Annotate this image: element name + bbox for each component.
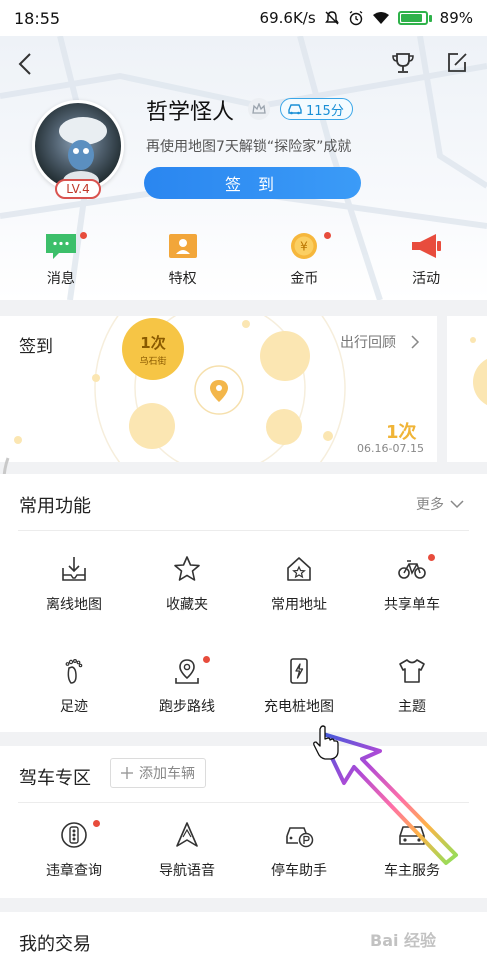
mute-bell-icon: [324, 11, 339, 25]
crown-icon[interactable]: [248, 98, 270, 120]
more-link[interactable]: 更多: [416, 494, 464, 514]
function-common-address[interactable]: 常用地址: [243, 554, 355, 614]
violation-icon: [61, 822, 87, 848]
checkin-total: 1次: [386, 422, 417, 443]
plus-icon: [121, 767, 133, 779]
add-vehicle-label: 添加车辆: [139, 766, 195, 782]
function-label: 收藏夹: [166, 597, 208, 613]
checkin-card[interactable]: 签到 1次 乌石街 出行回顾 1次 06.16-07.15: [0, 316, 437, 462]
parking-icon: [286, 827, 314, 848]
wifi-icon: [372, 12, 389, 24]
chevron-right-icon: [411, 335, 420, 349]
network-speed: 69.6K/s: [259, 9, 316, 27]
back-icon[interactable]: [14, 50, 38, 78]
quick-label: 消息: [46, 271, 75, 287]
unread-dot: [323, 232, 331, 239]
chevron-down-icon: [450, 500, 464, 509]
car-icon: [288, 104, 302, 115]
footprint-icon: [65, 658, 83, 684]
new-dot: [93, 820, 100, 827]
home-star-icon: [287, 557, 311, 581]
quick-item-coins[interactable]: ¥ 金币: [244, 230, 366, 300]
section-title: 驾车专区: [19, 768, 91, 789]
star-icon: [174, 556, 200, 581]
common-functions-section: 常用功能 更多 离线地图 收藏夹 常用地址 共享单车 足迹 跑步路线 充电桩地图…: [0, 474, 487, 732]
quick-label: 活动: [412, 271, 441, 287]
hand-cursor-icon: [313, 725, 339, 760]
battery-percent: 89%: [439, 9, 473, 27]
edit-icon[interactable]: [444, 50, 470, 76]
username: 哲学怪人: [146, 100, 235, 125]
function-label: 主题: [398, 699, 426, 715]
checkin-title: 签到: [19, 337, 53, 357]
add-vehicle-button[interactable]: 添加车辆: [110, 758, 206, 788]
quick-actions: 消息 特权 ¥ 金币 活动: [0, 230, 487, 300]
new-dot: [203, 656, 210, 663]
driving-label: 停车助手: [271, 863, 327, 879]
score-value: 115分: [306, 103, 344, 119]
svg-text:¥: ¥: [301, 240, 309, 254]
quick-label: 金币: [290, 271, 319, 287]
megaphone-icon: [412, 234, 442, 258]
battery-icon: [397, 11, 432, 25]
function-label: 充电桩地图: [264, 699, 334, 715]
status-right: 69.6K/s 89%: [260, 9, 473, 27]
function-theme[interactable]: 主题: [356, 656, 468, 716]
checkin-day-bubble: 1次 乌石街: [122, 318, 184, 380]
level-badge: LV.4: [55, 179, 101, 199]
new-dot: [428, 554, 435, 561]
function-label: 足迹: [60, 699, 88, 715]
function-running-route[interactable]: 跑步路线: [131, 656, 243, 716]
unread-dot: [80, 232, 87, 239]
checkin-date-range: 06.16-07.15: [357, 442, 424, 455]
signin-button[interactable]: 签 到: [144, 167, 361, 199]
trip-review-link[interactable]: 出行回顾: [340, 332, 396, 352]
function-charging-map[interactable]: 充电桩地图: [243, 656, 355, 716]
driving-label: 违章查询: [46, 863, 102, 879]
more-label: 更多: [416, 497, 444, 513]
annotation-arrow-icon: [320, 731, 458, 865]
watermark: Bai 经验: [370, 931, 437, 950]
score-badge[interactable]: 115分: [280, 98, 353, 120]
coin-icon: ¥: [291, 233, 318, 259]
navigation-voice-icon: [176, 822, 198, 847]
checkin-place: 乌石街: [139, 356, 167, 367]
function-offline-map[interactable]: 离线地图: [18, 554, 130, 614]
offline-map-icon: [62, 557, 86, 581]
function-label: 常用地址: [271, 597, 327, 613]
status-bar: 18:55 69.6K/s 89%: [0, 0, 487, 36]
driving-label: 导航语音: [159, 863, 215, 879]
achievement-hint: 再使用地图7天解锁“探险家”成就: [146, 139, 352, 155]
alarm-icon: [349, 10, 363, 26]
message-icon: [45, 234, 76, 259]
checkin-count: 1次: [140, 333, 166, 352]
function-shared-bike[interactable]: 共享单车: [356, 554, 468, 614]
section-title: 常用功能: [19, 496, 91, 517]
quick-label: 特权: [168, 271, 197, 287]
function-label: 共享单车: [384, 597, 440, 613]
next-card-peek[interactable]: [447, 316, 487, 462]
quick-item-privilege[interactable]: 特权: [122, 230, 244, 300]
profile-header: LV.4 哲学怪人 115分 再使用地图7天解锁“探险家”成就 签 到 消息 特…: [0, 36, 487, 300]
quick-item-events[interactable]: 活动: [365, 230, 487, 300]
run-route-icon: [175, 659, 199, 684]
driving-navigation-voice[interactable]: 导航语音: [131, 820, 243, 880]
privilege-icon: [168, 234, 197, 258]
function-label: 离线地图: [46, 597, 102, 613]
charging-pile-icon: [290, 658, 308, 684]
function-footprint[interactable]: 足迹: [18, 656, 130, 716]
section-title: 我的交易: [19, 934, 91, 955]
divider: [18, 530, 469, 531]
peek-graphic: [470, 337, 487, 406]
function-favorites[interactable]: 收藏夹: [131, 554, 243, 614]
status-time: 18:55: [14, 8, 61, 28]
bicycle-icon: [398, 560, 426, 579]
tshirt-icon: [399, 659, 425, 683]
driving-violation-query[interactable]: 违章查询: [18, 820, 130, 880]
function-label: 跑步路线: [159, 699, 215, 715]
quick-item-messages[interactable]: 消息: [0, 230, 122, 300]
trophy-icon[interactable]: [390, 50, 416, 76]
